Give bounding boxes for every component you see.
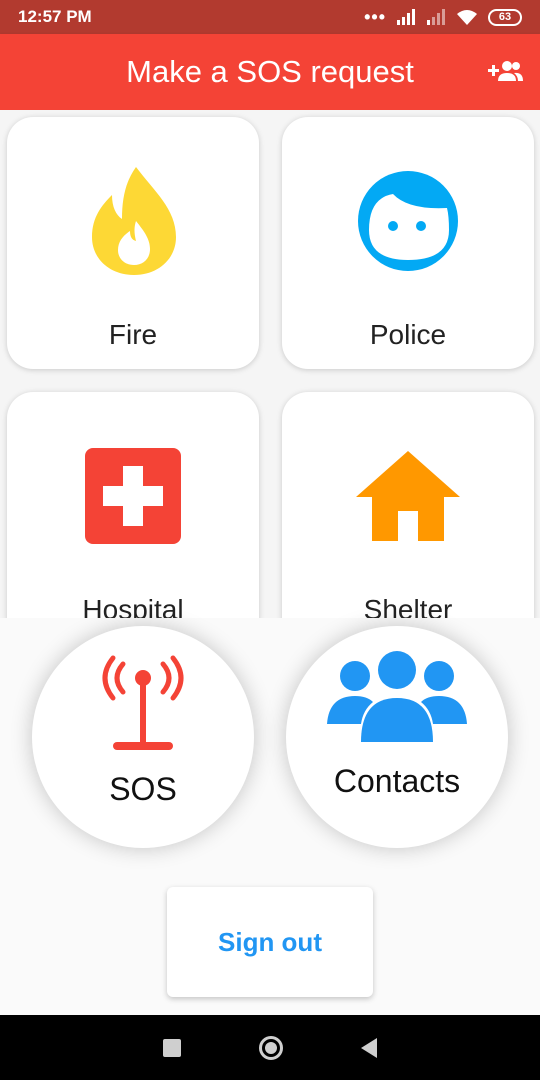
category-grid: Fire Police Hospital Shelter [0,110,540,618]
battery-icon: 63 [488,8,522,26]
hospital-card[interactable]: Hospital [7,392,259,618]
sos-label: SOS [109,771,177,807]
wifi-icon [457,9,477,25]
home-icon[interactable] [259,1035,283,1060]
back-icon[interactable] [361,1037,377,1058]
police-face-icon [358,171,458,271]
group-icon [327,651,467,742]
antenna-icon [102,655,184,750]
status-icons: ••• 63 [364,8,522,26]
hospital-label: Hospital [82,594,184,618]
fire-icon [92,167,176,275]
status-bar: 12:57 PM ••• 63 [0,0,540,34]
page-title: Make a SOS request [126,54,414,89]
action-area: SOS Contacts Sign out [0,618,540,1015]
shelter-card[interactable]: Shelter [282,392,534,618]
sos-button[interactable]: SOS [32,626,254,848]
app-bar: Make a SOS request [0,34,540,110]
fire-card[interactable]: Fire [7,117,259,369]
status-time: 12:57 PM [18,7,92,26]
sign-out-button[interactable]: Sign out [167,887,373,997]
sign-out-label: Sign out [218,926,322,957]
battery-level: 63 [498,11,512,23]
recents-icon[interactable] [163,1038,181,1057]
contacts-button[interactable]: Contacts [286,626,508,848]
hospital-cross-icon [85,448,181,544]
fire-label: Fire [108,319,158,350]
add-contact-icon [488,61,523,81]
system-nav-bar [0,1015,540,1080]
signal-weak-icon [427,9,445,25]
add-contact-button[interactable] [488,56,524,86]
contacts-label: Contacts [333,763,461,799]
police-card[interactable]: Police [282,117,534,369]
shelter-label: Shelter [363,594,453,618]
police-label: Police [369,319,447,350]
signal-icon [397,9,415,25]
house-icon [356,451,460,541]
more-dots-icon: ••• [364,7,386,27]
